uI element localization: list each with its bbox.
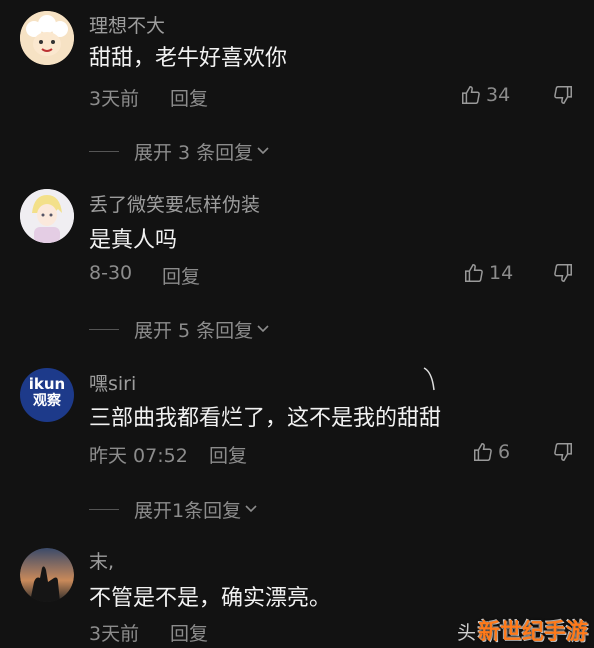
divider-line	[89, 329, 119, 330]
divider-line	[89, 151, 119, 152]
avatar-logo-bottom: 观察	[33, 393, 61, 409]
watermark: 头新世纪手游	[457, 614, 588, 646]
expand-replies-label: 展开 5 条回复	[134, 320, 254, 342]
watermark-text: 新世纪手游	[477, 620, 588, 645]
avatar-logo-top: ikun	[28, 375, 66, 393]
comment-text: 不管是不是，确实漂亮。	[89, 586, 332, 611]
reply-button[interactable]: 回复	[162, 262, 200, 289]
reply-button[interactable]: 回复	[170, 619, 208, 646]
expand-replies[interactable]: 展开 5 条回复	[89, 316, 271, 343]
username[interactable]: 嘿siri	[89, 369, 136, 396]
dislike-button[interactable]	[552, 262, 574, 284]
like-button[interactable]: 6	[472, 441, 510, 463]
expand-replies-label: 展开1条回复	[134, 500, 242, 522]
like-button[interactable]: 34	[460, 84, 510, 106]
expand-replies-label: 展开 3 条回复	[134, 142, 254, 164]
sheep-avatar[interactable]	[20, 11, 74, 65]
thumb-down-icon	[552, 84, 574, 106]
thumb-down-icon	[552, 262, 574, 284]
thumb-up-icon	[463, 262, 485, 284]
thumb-up-icon	[460, 84, 482, 106]
username[interactable]: 丢了微笑要怎样伪装	[89, 190, 260, 217]
thumb-up-icon	[472, 441, 494, 463]
avatar-logo-text: ikun 观察	[20, 376, 74, 410]
chevron-down-icon	[243, 499, 259, 521]
timestamp: 3天前	[89, 623, 140, 645]
reply-button[interactable]: 回复	[209, 441, 247, 468]
like-count: 14	[489, 262, 514, 284]
expand-replies[interactable]: 展开 3 条回复	[89, 138, 271, 165]
timestamp: 8-30	[89, 262, 133, 284]
comment-text: 是真人吗	[89, 228, 178, 253]
cursor-mark	[420, 364, 440, 398]
dislike-button[interactable]	[552, 441, 574, 463]
timestamp: 3天前	[89, 88, 140, 110]
thumb-down-icon	[552, 441, 574, 463]
ikun-logo-avatar[interactable]: ikun 观察	[20, 368, 74, 422]
expand-replies[interactable]: 展开1条回复	[89, 496, 259, 523]
anime-boy-avatar[interactable]	[20, 189, 74, 243]
like-button[interactable]: 14	[463, 262, 513, 284]
reply-button[interactable]: 回复	[170, 84, 208, 111]
divider-line	[89, 509, 119, 510]
timestamp: 昨天 07:52	[89, 445, 188, 467]
comment-text: 甜甜，老牛好喜欢你	[89, 46, 288, 71]
username[interactable]: 末,	[89, 547, 114, 574]
like-count: 34	[486, 84, 511, 106]
watermark-prefix: 头	[456, 622, 476, 644]
like-count: 6	[498, 441, 511, 463]
dislike-button[interactable]	[552, 84, 574, 106]
username[interactable]: 理想不大	[89, 11, 165, 38]
comment-text: 三部曲我都看烂了，这不是我的甜甜	[89, 406, 442, 431]
chevron-down-icon	[255, 319, 271, 341]
sunset-silhouette-avatar[interactable]	[20, 548, 74, 602]
chevron-down-icon	[255, 141, 271, 163]
